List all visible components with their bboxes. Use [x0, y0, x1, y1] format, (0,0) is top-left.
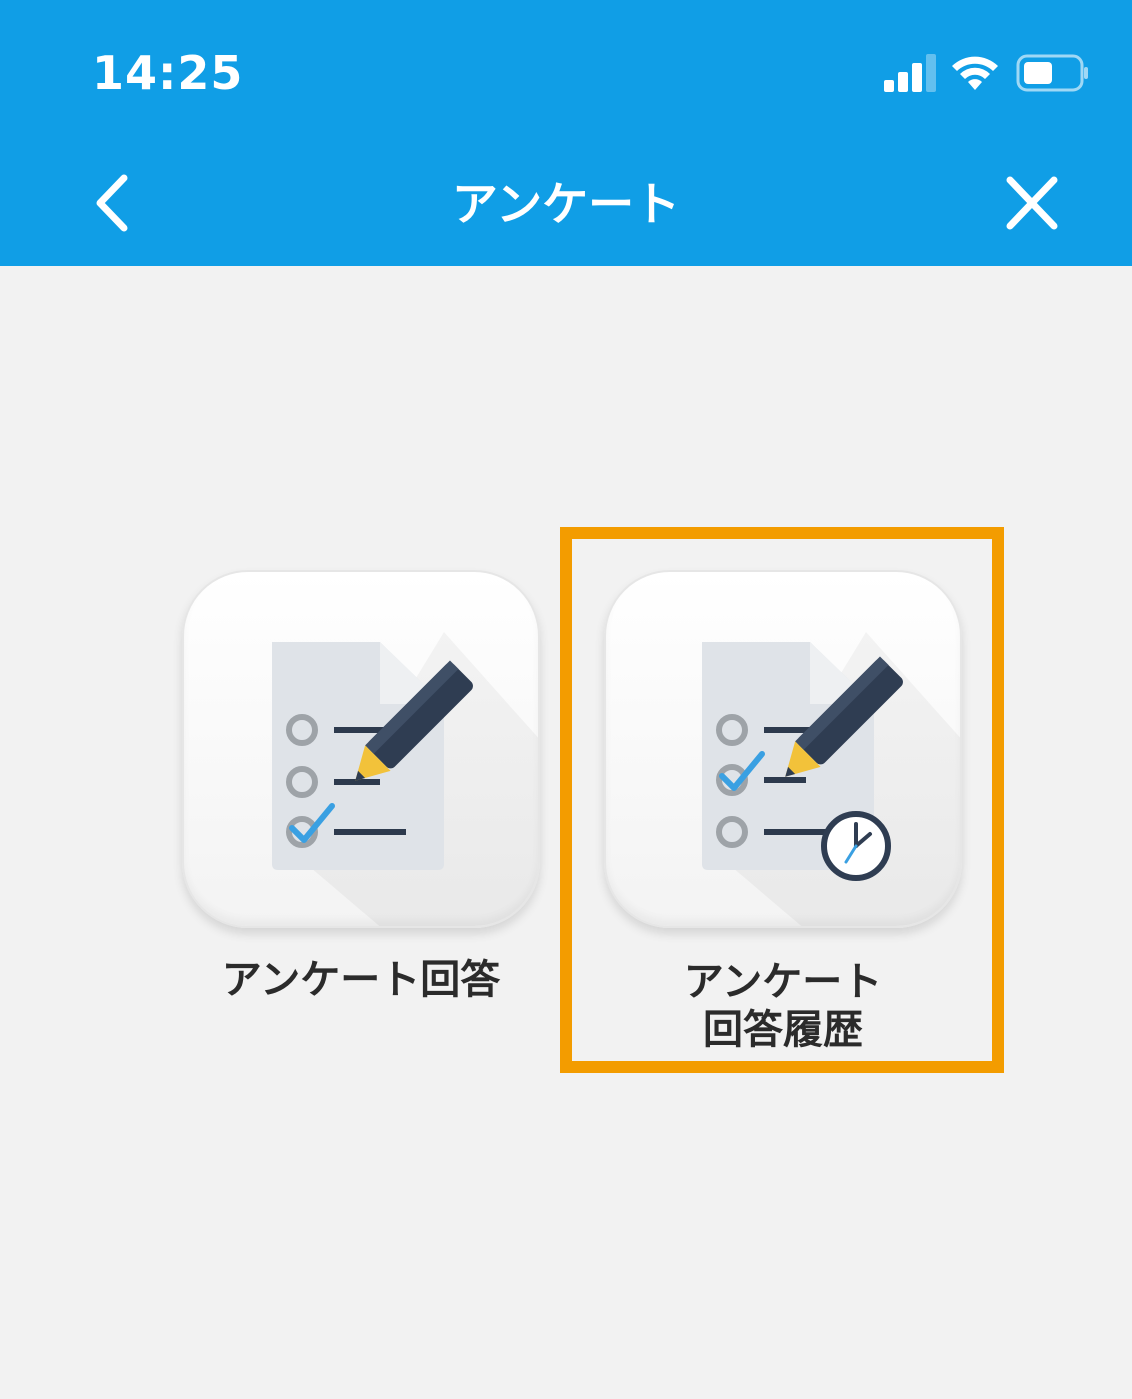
- survey-answer-button[interactable]: アンケート回答: [182, 570, 540, 1010]
- status-time: 14:25: [92, 46, 244, 100]
- survey-history-tile: [604, 570, 962, 928]
- status-icons: [884, 52, 1094, 96]
- survey-history-label-line2: 回答履歴: [703, 1007, 863, 1053]
- battery-icon: [1016, 54, 1088, 92]
- main-content: アンケート回答 アンケート 回答履歴: [0, 266, 1132, 1399]
- cellular-signal-icon: [884, 52, 940, 92]
- survey-answer-icon: [272, 632, 538, 926]
- survey-history-icon: [702, 632, 960, 926]
- survey-answer-label: アンケート回答: [221, 957, 501, 1003]
- close-icon: [1006, 176, 1058, 230]
- wifi-icon: [952, 56, 998, 90]
- close-button[interactable]: [1000, 172, 1064, 234]
- app-header: 14:25 アンケート: [0, 0, 1132, 266]
- page-title: アンケート: [451, 177, 681, 231]
- survey-answer-tile: [182, 570, 540, 928]
- survey-history-button[interactable]: アンケート 回答履歴: [604, 570, 962, 1053]
- survey-history-label-line1: アンケート: [683, 959, 883, 1005]
